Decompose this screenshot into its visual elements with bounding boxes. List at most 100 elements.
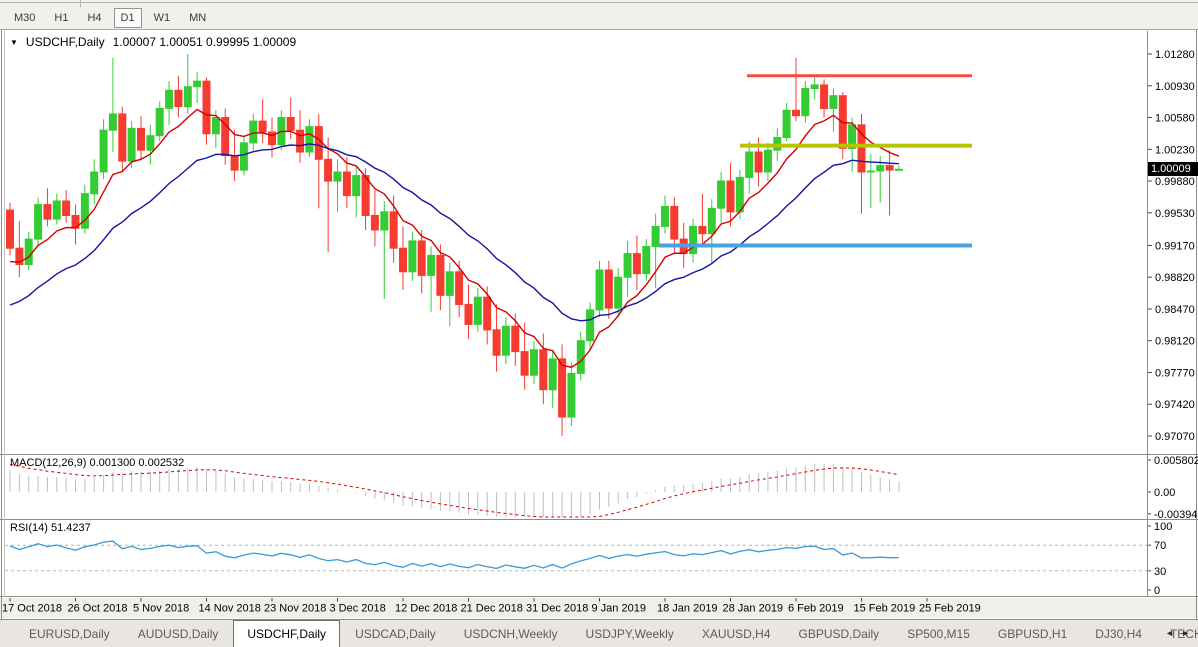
timeframe-button-mn[interactable]: MN <box>182 8 213 28</box>
candle-body <box>334 172 341 181</box>
chart-area[interactable]: 1.012801.009301.005801.002300.998800.995… <box>0 30 1198 619</box>
candle-body <box>821 85 828 109</box>
macd-axis: 0.0058020.00-0.003945 <box>1148 455 1198 521</box>
timeframe-button-d1[interactable]: D1 <box>114 8 142 28</box>
symbol-tab-dj30-h4[interactable]: DJ30,H4 <box>1082 620 1155 647</box>
symbol-tab-xauusd-h4[interactable]: XAUUSD,H4 <box>689 620 784 647</box>
candle-body <box>746 152 753 177</box>
timeframe-button-w1[interactable]: W1 <box>147 8 178 28</box>
price-axis-label: 0.97770 <box>1155 368 1195 380</box>
macd-signal-line <box>10 464 899 517</box>
candle-body <box>736 177 743 212</box>
tab-scroll-left-button[interactable]: ◄ <box>1165 628 1174 638</box>
date-axis-label: 25 Feb 2019 <box>919 603 981 615</box>
candle-body <box>7 210 14 248</box>
candle-body <box>35 205 42 240</box>
date-axis-label: 31 Dec 2018 <box>526 603 588 615</box>
candle-body <box>203 81 210 134</box>
symbol-tab-usdcnh-weekly[interactable]: USDCNH,Weekly <box>451 620 571 647</box>
candle-body <box>727 181 734 212</box>
candle-body <box>783 110 790 137</box>
candle-body <box>502 326 509 355</box>
macd-axis-label: 0.00 <box>1154 487 1175 499</box>
chart-canvas[interactable]: 1.012801.009301.005801.002300.998800.995… <box>0 30 1198 619</box>
candle-body <box>418 241 425 276</box>
candle-body <box>53 201 60 219</box>
candle-body <box>446 272 453 296</box>
symbol-tab-gbpusd-daily[interactable]: GBPUSD,Daily <box>786 620 893 647</box>
candle-body <box>643 246 650 273</box>
price-axis-label: 0.98470 <box>1155 304 1195 316</box>
candle-body <box>624 254 631 278</box>
candle-body <box>231 156 238 171</box>
symbol-tab-audusd-daily[interactable]: AUDUSD,Daily <box>125 620 232 647</box>
candle-body <box>250 121 257 143</box>
candle-body <box>568 373 575 417</box>
candle-body <box>240 143 247 170</box>
candle-body <box>194 81 201 86</box>
date-axis-label: 18 Jan 2019 <box>657 603 718 615</box>
symbol-tab-usdjpy-weekly[interactable]: USDJPY,Weekly <box>573 620 687 647</box>
date-axis-label: 17 Oct 2018 <box>2 603 62 615</box>
price-axis-label: 0.97420 <box>1155 399 1195 411</box>
symbol-tab-usdcad-daily[interactable]: USDCAD,Daily <box>342 620 449 647</box>
top-toolbar-edge <box>0 0 1198 7</box>
candle-body <box>109 114 116 130</box>
candle-body <box>755 152 762 172</box>
candle-body <box>428 255 435 275</box>
candle-body <box>184 87 191 107</box>
timeframe-button-h1[interactable]: H1 <box>47 8 75 28</box>
date-axis-label: 15 Feb 2019 <box>854 603 916 615</box>
candle-body <box>138 128 145 150</box>
symbol-tab-eurusd-daily[interactable]: EURUSD,Daily <box>16 620 123 647</box>
symbol-tab-sp500-m15[interactable]: SP500,M15 <box>894 620 983 647</box>
rsi-axis-label: 30 <box>1154 566 1166 578</box>
candle-body <box>325 159 332 181</box>
candle-body <box>119 114 126 161</box>
candle-body <box>371 216 378 231</box>
chart-title-symbol: USDCHF,Daily <box>26 35 105 49</box>
date-axis-label: 26 Oct 2018 <box>68 603 128 615</box>
candle-body <box>615 277 622 308</box>
price-axis-label: 0.97070 <box>1155 431 1195 443</box>
candle-body <box>793 110 800 115</box>
timeframe-button-m30[interactable]: M30 <box>7 8 42 28</box>
price-axis-label: 1.00230 <box>1155 144 1195 156</box>
price-axis-label: 1.01280 <box>1155 49 1195 61</box>
candle-body <box>718 181 725 208</box>
price-axis-label: 0.99530 <box>1155 208 1195 220</box>
candle-body <box>353 176 360 196</box>
tab-scroll-right-button[interactable]: ► <box>1181 628 1190 638</box>
candle-body <box>886 166 893 171</box>
candle-body <box>811 85 818 89</box>
date-axis-label: 12 Dec 2018 <box>395 603 457 615</box>
candle-body <box>512 326 519 351</box>
date-axis-label: 5 Nov 2018 <box>133 603 189 615</box>
candle-body <box>343 172 350 196</box>
top-toolbar-separator <box>80 0 81 7</box>
candle-body <box>540 350 547 390</box>
price-axis-label: 1.00930 <box>1155 81 1195 93</box>
symbol-dropdown-icon[interactable]: ▼ <box>10 38 18 47</box>
date-axis-label: 14 Nov 2018 <box>199 603 261 615</box>
candle-body <box>362 176 369 216</box>
price-axis-label: 0.99170 <box>1155 241 1195 253</box>
candle-body <box>708 208 715 233</box>
rsi-axis-label: 100 <box>1154 521 1172 533</box>
candle-body <box>456 272 463 305</box>
macd-histogram <box>10 464 899 517</box>
timeframe-button-h4[interactable]: H4 <box>80 8 108 28</box>
symbol-tab-usdchf-daily[interactable]: USDCHF,Daily <box>233 620 340 647</box>
rsi-level-lines <box>5 545 1147 571</box>
current-price-tag: 1.00009 <box>1148 162 1198 176</box>
candle-body <box>699 226 706 233</box>
rsi-axis: 10070300 <box>1148 521 1172 597</box>
candle-body <box>409 241 416 272</box>
pane-borders <box>0 30 1198 619</box>
symbol-tab-gbpusd-h1[interactable]: GBPUSD,H1 <box>985 620 1080 647</box>
candle-body <box>764 150 771 172</box>
candle-body <box>549 359 556 390</box>
candle-body <box>315 127 322 160</box>
chart-title: ▼ USDCHF,Daily 1.00007 1.00051 0.99995 1… <box>10 35 296 49</box>
candle-body <box>474 297 481 324</box>
